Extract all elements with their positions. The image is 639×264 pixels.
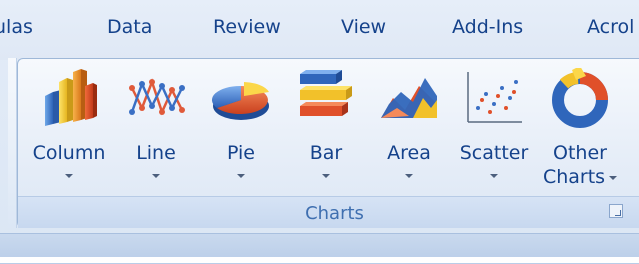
pie-chart-icon: [211, 82, 269, 120]
ribbon-tab-strip: ulas Data Review View Add-Ins Acrol: [0, 0, 639, 60]
worksheet-edge: [0, 257, 639, 263]
column-chart-icon: [45, 69, 97, 126]
chevron-down-icon: [237, 174, 245, 178]
tab-formulas[interactable]: ulas: [0, 16, 33, 38]
doughnut-chart-icon: [552, 68, 608, 128]
bar-chart-button[interactable]: Bar: [286, 64, 366, 194]
scatter-chart-icon: [467, 72, 522, 123]
column-chart-button[interactable]: Column: [26, 64, 112, 194]
group-label-charts: Charts: [305, 203, 364, 224]
chevron-down-icon: [609, 175, 618, 180]
other-charts-button[interactable]: Other Charts: [538, 64, 622, 194]
pie-chart-label: Pie: [226, 142, 255, 164]
other-charts-label: Charts: [542, 166, 606, 188]
area-chart-label: Area: [387, 142, 431, 164]
line-chart-button[interactable]: Line: [116, 64, 196, 194]
tab-add-ins[interactable]: Add-Ins: [452, 16, 523, 38]
scatter-chart-button[interactable]: Scatter: [452, 64, 536, 194]
excel-ribbon: ulas Data Review View Add-Ins Acrol Char…: [0, 0, 639, 264]
line-chart-icon: [129, 78, 185, 116]
area-chart-icon: [381, 78, 437, 118]
chevron-down-icon: [65, 174, 73, 178]
tab-acrobat[interactable]: Acrol: [587, 16, 634, 38]
bar-chart-icon: [300, 70, 352, 116]
bar-chart-label: Bar: [309, 142, 343, 164]
other-charts-label-line1: Other: [553, 142, 607, 164]
chevron-down-icon: [322, 174, 330, 178]
tab-view[interactable]: View: [341, 16, 386, 38]
chevron-down-icon: [405, 174, 413, 178]
dialog-launcher-icon[interactable]: [609, 204, 623, 218]
chevron-down-icon: [490, 174, 498, 178]
pie-chart-button[interactable]: Pie: [202, 64, 280, 194]
scatter-chart-label: Scatter: [459, 142, 529, 164]
tab-data[interactable]: Data: [107, 16, 152, 38]
other-charts-label-line2: Charts: [538, 166, 622, 188]
chevron-down-icon: [152, 174, 160, 178]
tab-review[interactable]: Review: [213, 16, 281, 38]
line-chart-label: Line: [136, 142, 176, 164]
area-chart-button[interactable]: Area: [370, 64, 448, 194]
column-chart-label: Column: [32, 142, 106, 164]
